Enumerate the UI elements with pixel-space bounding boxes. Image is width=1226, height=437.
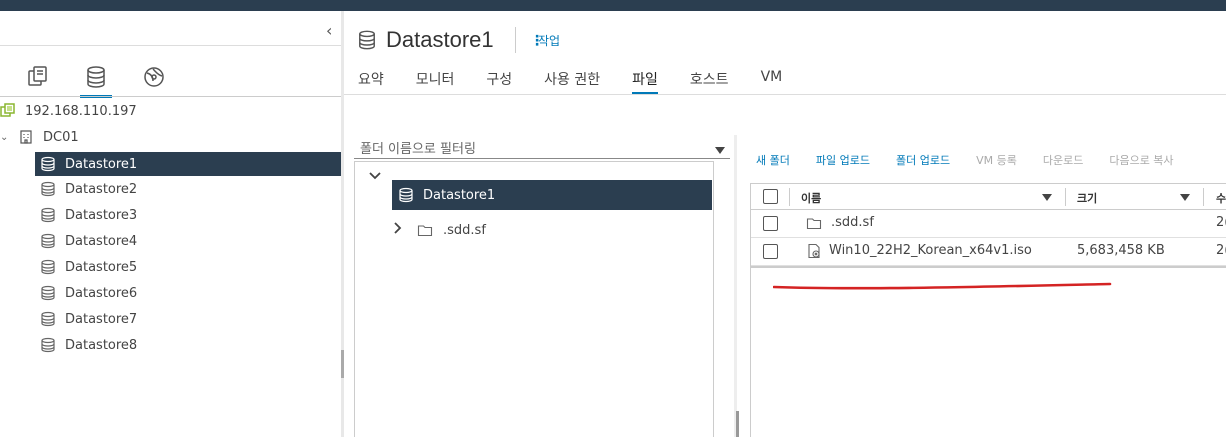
file-modified: 2( <box>1216 243 1226 258</box>
folder-icon <box>806 215 822 231</box>
datastore-icon <box>40 156 56 172</box>
column-header-name[interactable]: 이름 <box>801 190 821 206</box>
tree-item-label: DC01 <box>43 129 79 145</box>
file-size: 5,683,458 KB <box>1077 243 1165 258</box>
hosts-clusters-icon[interactable] <box>26 65 50 89</box>
upload-file-button[interactable]: 파일 업로드 <box>816 152 870 168</box>
column-divider <box>789 188 790 206</box>
tree-item-datastore8[interactable]: Datastore8 <box>0 333 341 357</box>
table-row[interactable]: .sdd.sf 2( <box>751 210 1226 238</box>
datastore-icon <box>358 30 376 54</box>
file-name[interactable]: Win10_22H2_Korean_x64v1.iso <box>829 243 1032 258</box>
panel-splitter[interactable] <box>734 135 737 437</box>
tree-item-datastore1[interactable]: Datastore1 <box>35 152 341 176</box>
datastore-icon <box>40 207 56 223</box>
tree-item-label: Datastore2 <box>65 181 138 197</box>
new-folder-button[interactable]: 새 폴더 <box>756 152 790 168</box>
main-content: Datastore1 ⋮ 작업 요약 모니터 구성 사용 권한 파일 호스트 V… <box>344 11 1226 437</box>
datastore-icon <box>40 181 56 197</box>
filter-icon[interactable] <box>1042 194 1052 201</box>
tab-files[interactable]: 파일 <box>632 69 658 95</box>
tree-item-label: Datastore6 <box>65 285 138 301</box>
tab-summary[interactable]: 요약 <box>358 69 384 95</box>
object-tabs: 요약 모니터 구성 사용 권한 파일 호스트 VM <box>358 69 814 95</box>
table-row[interactable]: Win10_22H2_Korean_x64v1.iso 5,683,458 KB… <box>751 238 1226 266</box>
column-divider[interactable] <box>1065 188 1066 206</box>
datastore-icon <box>40 311 56 327</box>
tree-item-datacenter[interactable]: ⌄ DC01 <box>0 125 341 149</box>
datastore-icon <box>40 337 56 353</box>
navigator-tabs-divider <box>0 96 341 97</box>
datastore-icon <box>40 259 56 275</box>
tree-item-datastore7[interactable]: Datastore7 <box>0 307 341 331</box>
file-name[interactable]: .sdd.sf <box>831 215 874 230</box>
folder-label: .sdd.sf <box>443 222 486 238</box>
folder-tree-item[interactable]: .sdd.sf <box>355 215 713 245</box>
upload-folder-button[interactable]: 폴더 업로드 <box>896 152 950 168</box>
folder-tree-item-root[interactable]: Datastore1 <box>392 180 712 210</box>
actions-label: 작업 <box>538 34 561 48</box>
column-header-size[interactable]: 크기 <box>1077 190 1097 206</box>
filter-icon[interactable] <box>715 147 725 154</box>
tab-monitor[interactable]: 모니터 <box>416 69 455 95</box>
tree-item-datastore2[interactable]: Datastore2 <box>0 177 341 201</box>
navigator-divider <box>0 45 341 46</box>
copy-to-button[interactable]: 다음으로 복사 <box>1109 152 1173 168</box>
iso-file-icon <box>806 243 822 259</box>
tree-item-datastore6[interactable]: Datastore6 <box>0 281 341 305</box>
folder-label: Datastore1 <box>423 187 496 203</box>
tree-item-label: 192.168.110.197 <box>25 103 137 119</box>
column-header-modified[interactable]: 수 <box>1216 190 1226 206</box>
row-checkbox[interactable] <box>763 244 778 259</box>
panel-splitter-handle[interactable] <box>736 411 739 437</box>
file-toolbar: 새 폴더 파일 업로드 폴더 업로드 VM 등록 다운로드 다음으로 복사 <box>756 152 1200 168</box>
chevron-right-icon[interactable] <box>393 222 417 238</box>
tree-item-datastore5[interactable]: Datastore5 <box>0 255 341 279</box>
file-datagrid: 이름 크기 수 .sdd.sf 2( Win10_22H2_Korean_x64… <box>750 183 1226 437</box>
folder-filter-input[interactable]: 폴더 이름으로 필터링 <box>354 135 730 159</box>
folder-icon <box>417 222 433 238</box>
top-header-bar <box>0 0 1226 11</box>
chevron-down-icon[interactable]: ⌄ <box>0 132 18 143</box>
tab-vms[interactable]: VM <box>761 69 783 95</box>
inventory-navigator: ‹ 192.168.110.197 ⌄ DC01 Datastore1 Data… <box>0 11 341 437</box>
tab-configure[interactable]: 구성 <box>486 69 512 95</box>
download-button[interactable]: 다운로드 <box>1043 152 1083 168</box>
network-icon[interactable] <box>142 65 166 89</box>
vcenter-icon <box>0 103 16 119</box>
tree-item-datastore3[interactable]: Datastore3 <box>0 203 341 227</box>
tree-item-label: Datastore7 <box>65 311 138 327</box>
tab-hosts[interactable]: 호스트 <box>690 69 729 95</box>
datastore-icon <box>40 285 56 301</box>
select-all-checkbox[interactable] <box>763 189 778 204</box>
title-divider <box>515 27 516 53</box>
actions-menu-button[interactable]: ⋮ 작업 <box>530 32 560 49</box>
filter-icon[interactable] <box>1180 194 1190 201</box>
datastore-icon <box>40 233 56 249</box>
tree-item-label: Datastore3 <box>65 207 138 223</box>
tree-item-label: Datastore1 <box>65 156 138 172</box>
chevron-down-icon[interactable] <box>369 170 381 185</box>
register-vm-button[interactable]: VM 등록 <box>976 152 1017 168</box>
file-modified: 2( <box>1216 215 1226 230</box>
tree-item-datastore4[interactable]: Datastore4 <box>0 229 341 253</box>
tree-item-label: Datastore4 <box>65 233 138 249</box>
folder-tree-panel: Datastore1 .sdd.sf <box>354 161 714 437</box>
grid-row-divider <box>751 266 1226 268</box>
datacenter-icon <box>18 129 34 145</box>
column-divider[interactable] <box>1203 188 1204 206</box>
tab-permissions[interactable]: 사용 권한 <box>544 69 600 95</box>
tree-item-label: Datastore8 <box>65 337 138 353</box>
collapse-navigator-button[interactable]: ‹ <box>326 21 332 40</box>
tree-item-label: Datastore5 <box>65 259 138 275</box>
grid-header: 이름 크기 수 <box>751 184 1226 210</box>
red-underline-annotation <box>773 282 1112 290</box>
page-title: Datastore1 <box>386 27 494 52</box>
datastore-icon <box>398 187 414 203</box>
row-checkbox[interactable] <box>763 216 778 231</box>
vertical-ellipsis-icon: ⋮ <box>530 32 544 49</box>
tabs-divider <box>344 94 1226 95</box>
storage-icon[interactable] <box>80 65 112 98</box>
tree-item-vcenter[interactable]: 192.168.110.197 <box>0 99 341 123</box>
